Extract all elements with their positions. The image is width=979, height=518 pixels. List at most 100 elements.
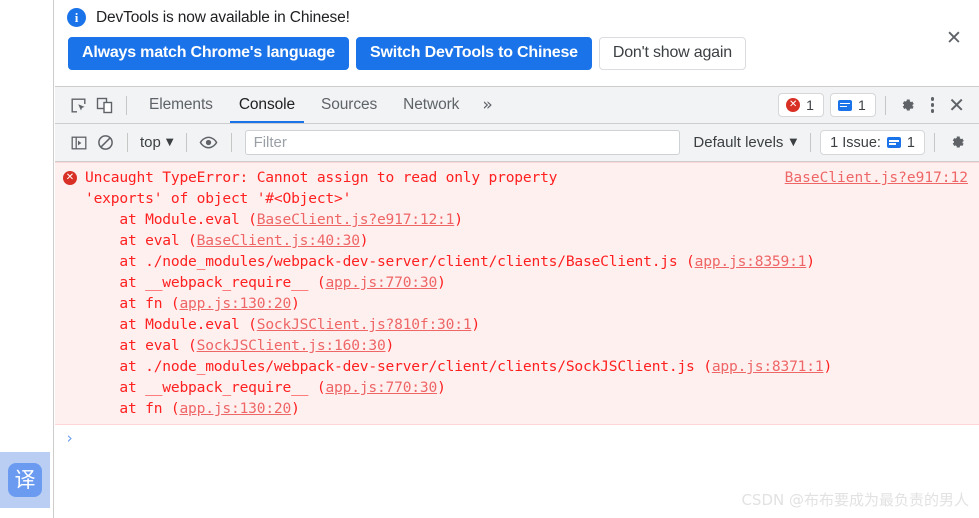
kebab-menu-icon[interactable]	[921, 97, 945, 113]
filterbar-divider-4	[810, 133, 812, 152]
stack-frame-link[interactable]: app.js:770:30	[325, 379, 437, 396]
filter-input[interactable]	[244, 130, 681, 155]
stack-frame-link[interactable]: BaseClient.js?e917:12:1	[257, 211, 455, 228]
console-settings-icon[interactable]	[944, 130, 970, 156]
filterbar-divider-2	[185, 133, 187, 152]
stack-frame-text: at ./node_modules/webpack-dev-server/cli…	[85, 358, 712, 375]
message-count-badge[interactable]: 1	[829, 93, 876, 117]
message-count-value: 1	[857, 97, 866, 113]
stack-frame-link[interactable]: app.js:8371:1	[712, 358, 824, 375]
stack-frame-tail: )	[291, 295, 300, 312]
tabstrip-divider-2	[884, 95, 886, 115]
switch-devtools-language-button[interactable]: Switch DevTools to Chinese	[356, 37, 592, 71]
stack-frame-text: at fn (	[85, 295, 180, 312]
info-icon: i	[67, 8, 86, 27]
tab-elements[interactable]: Elements	[136, 87, 226, 123]
chevron-down-icon: ▼	[165, 137, 174, 148]
issues-count: 1	[906, 134, 915, 151]
live-expression-icon[interactable]	[196, 130, 222, 156]
close-banner-icon[interactable]: ✕	[943, 27, 965, 49]
stack-frame: at fn (app.js:130:20)	[85, 398, 971, 419]
error-count-badge[interactable]: ✕ 1	[778, 93, 824, 117]
tab-sources[interactable]: Sources	[308, 87, 390, 123]
execution-context-value: top	[140, 134, 161, 151]
log-level-selector[interactable]: Default levels ▼	[689, 134, 801, 151]
always-match-language-button[interactable]: Always match Chrome's language	[68, 37, 349, 71]
chevron-down-icon-levels: ▼	[789, 137, 798, 148]
error-circle-icon: ✕	[786, 98, 801, 112]
banner-message: DevTools is now available in Chinese!	[96, 8, 350, 26]
devtools-panel: i DevTools is now available in Chinese! …	[55, 0, 979, 518]
console-prompt-row[interactable]: ›	[55, 425, 979, 446]
stack-frame-link[interactable]: app.js:770:30	[325, 274, 437, 291]
console-sidebar-icon[interactable]	[66, 130, 92, 156]
issues-badge[interactable]: 1 Issue: 1	[820, 130, 925, 155]
screenshot-root: 译 i DevTools is now available in Chinese…	[0, 0, 979, 518]
banner-message-row: i DevTools is now available in Chinese!	[67, 8, 967, 27]
panel-tabs: Elements Console Sources Network	[136, 87, 472, 123]
stack-frame-text: at eval (	[85, 232, 197, 249]
tabstrip-divider	[126, 95, 127, 115]
stack-frame-text: at fn (	[85, 400, 180, 417]
message-icon	[837, 99, 852, 111]
prompt-caret-icon: ›	[65, 429, 75, 447]
stack-frame-tail: )	[806, 253, 815, 270]
console-error-entry[interactable]: ✕ BaseClient.js?e917:12 Uncaught TypeErr…	[55, 162, 979, 425]
error-source-link[interactable]: BaseClient.js?e917:12	[785, 170, 968, 186]
error-circle-icon-message: ✕	[63, 171, 77, 185]
stack-frame: at ./node_modules/webpack-dev-server/cli…	[85, 251, 971, 272]
stack-frame: at ./node_modules/webpack-dev-server/cli…	[85, 356, 971, 377]
clear-console-icon[interactable]	[92, 130, 118, 156]
stack-frame: at eval (SockJSClient.js:160:30)	[85, 335, 971, 356]
stack-frame-link[interactable]: SockJSClient.js?810f:30:1	[257, 316, 472, 333]
stack-frame-tail: )	[471, 316, 480, 333]
page-gutter	[0, 0, 54, 518]
log-level-value: Default levels	[693, 134, 784, 151]
console-filter-bar: top ▼ Default levels ▼ 1 Issue: 1	[55, 124, 979, 162]
execution-context-selector[interactable]: top ▼	[137, 134, 177, 151]
stack-frame-link[interactable]: app.js:130:20	[179, 295, 291, 312]
more-tabs-icon[interactable]: »	[472, 95, 502, 115]
issue-message-icon	[886, 137, 901, 148]
stack-frame-tail: )	[291, 400, 300, 417]
dont-show-again-button[interactable]: Don't show again	[598, 37, 746, 71]
gear-icon[interactable]	[895, 92, 921, 118]
stack-frame: at __webpack_require__ (app.js:770:30)	[85, 272, 971, 293]
stack-frame-text: at Module.eval (	[85, 316, 257, 333]
watermark: CSDN @布布要成为最负责的男人	[741, 491, 969, 509]
stack-frame: at fn (app.js:130:20)	[85, 293, 971, 314]
stack-frame: at __webpack_require__ (app.js:770:30)	[85, 377, 971, 398]
devtools-tabstrip: Elements Console Sources Network » ✕ 1 1	[55, 86, 979, 124]
stack-frame-tail: )	[437, 274, 446, 291]
stack-frame-link[interactable]: app.js:130:20	[179, 400, 291, 417]
stack-frame-text: at ./node_modules/webpack-dev-server/cli…	[85, 253, 695, 270]
filterbar-divider-3	[230, 133, 232, 152]
stack-frame-tail: )	[385, 337, 395, 354]
stack-frame: at Module.eval (SockJSClient.js?810f:30:…	[85, 314, 971, 335]
stack-frame-link[interactable]: BaseClient.js:40:30	[197, 232, 360, 249]
locale-banner: i DevTools is now available in Chinese! …	[55, 0, 979, 86]
filterbar-divider-5	[934, 133, 935, 152]
stack-frame-link[interactable]: SockJSClient.js:160:30	[197, 337, 386, 354]
console-output: ✕ BaseClient.js?e917:12 Uncaught TypeErr…	[55, 162, 979, 518]
stack-frame-tail: )	[359, 232, 369, 249]
inspect-element-icon[interactable]	[65, 92, 91, 118]
stack-frame: at eval (BaseClient.js:40:30)	[85, 230, 971, 251]
tab-console[interactable]: Console	[226, 87, 308, 123]
stack-frame: at Module.eval (BaseClient.js?e917:12:1)	[85, 209, 971, 230]
stack-frame-text: at Module.eval (	[85, 211, 257, 228]
device-toolbar-icon[interactable]	[91, 92, 117, 118]
error-stack-trace: at Module.eval (BaseClient.js?e917:12:1)…	[55, 209, 979, 419]
stack-frame-text: at eval (	[85, 337, 197, 354]
error-count-value: 1	[806, 97, 814, 113]
close-devtools-icon[interactable]: ✕	[944, 95, 971, 115]
filterbar-divider-1	[127, 133, 128, 152]
tab-network[interactable]: Network	[390, 87, 472, 123]
stack-frame-text: at __webpack_require__ (	[85, 379, 326, 396]
translate-icon[interactable]: 译	[8, 463, 42, 497]
translate-widget[interactable]: 译	[0, 452, 50, 508]
stack-frame-tail: )	[454, 211, 463, 228]
stack-frame-link[interactable]: app.js:8359:1	[695, 253, 807, 270]
issues-label: 1 Issue:	[830, 134, 881, 151]
banner-actions: Always match Chrome's language Switch De…	[68, 37, 967, 71]
